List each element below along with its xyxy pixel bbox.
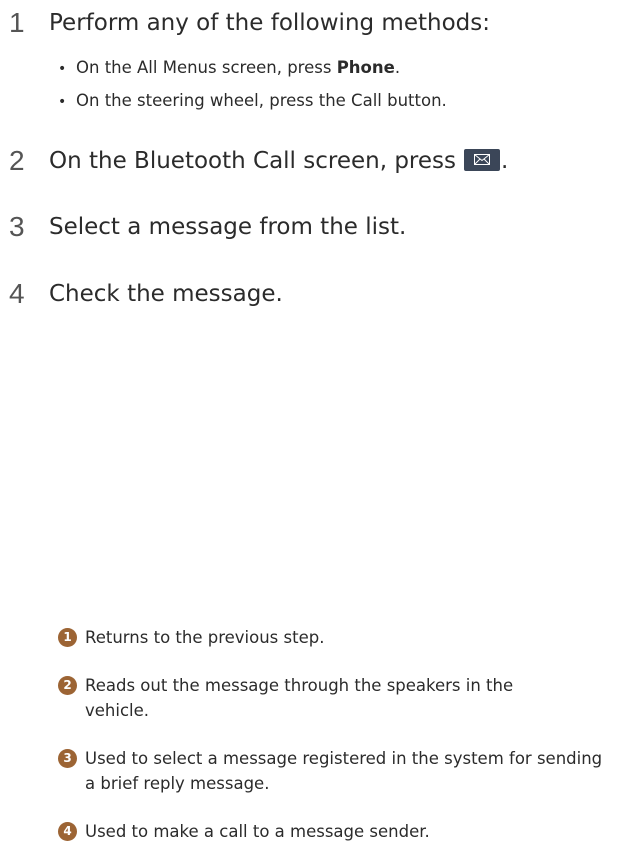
method-punct: . [394,58,401,77]
method-text: On the steering wheel, press the Call bu… [76,91,447,110]
step-3: 3 Select a message from the list. [0,212,600,244]
legend-text: Returns to the previous step. [85,628,325,647]
legend-text: Used to make a call to a message sender. [85,822,430,841]
step-text: On the Bluetooth Call screen, press. [49,146,508,176]
step-text-part: . [501,148,509,174]
step-4: 4 Check the message. [0,279,600,311]
callout-number-2: 2 [58,676,77,695]
step-text-part: On the Bluetooth Call screen, press [49,148,457,174]
step-number: 1 [9,7,25,38]
callout-number-1: 1 [58,628,77,647]
step-text: Perform any of the following methods: [49,10,490,36]
bullet-icon: • [58,61,67,77]
legend-text: Used to select a message registered in t… [85,749,603,793]
method-item: • On the steering wheel, press the Call b… [58,91,447,110]
legend-text: Reads out the message through the speake… [85,676,514,720]
callout-number-3: 3 [58,749,77,768]
method-item: • On the All Menus screen, press Phone. [58,58,400,77]
callout-number-4: 4 [58,822,77,841]
method-text: On the All Menus screen, press [76,58,337,77]
phone-label: Phone [336,58,395,77]
step-text: Check the message. [49,281,283,307]
message-button [464,148,501,171]
bullet-icon: • [58,94,67,110]
step-number: 3 [9,211,25,242]
step-1: 1 Perform any of the following methods: [0,8,600,40]
step-number: 2 [9,145,25,176]
step-number: 4 [9,278,25,309]
envelope-icon [474,153,491,165]
step-2: 2 On the Bluetooth Call screen, press. [0,146,600,178]
step-text: Select a message from the list. [49,214,407,240]
